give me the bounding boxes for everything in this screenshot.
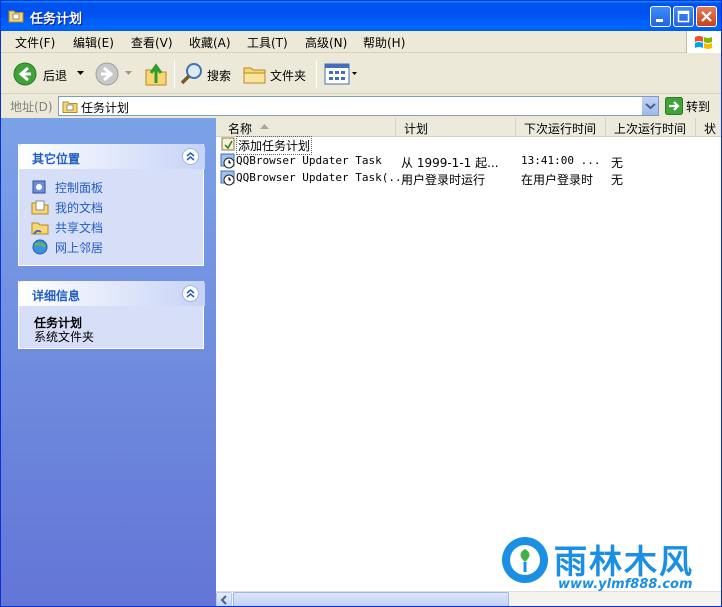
menu-advanced[interactable]: 高级(N) — [305, 34, 347, 51]
details-header[interactable]: 详细信息 — [19, 281, 205, 306]
address-input[interactable]: 任务计划 — [58, 96, 659, 116]
folders-icon — [243, 67, 266, 84]
double-chevron-up-icon — [186, 152, 195, 161]
title-bar[interactable]: 任务计划 — [1, 1, 721, 31]
list-item-task[interactable]: QQBrowser Updater Task 从 1999-1-1 起... 1… — [216, 153, 721, 170]
double-chevron-up-icon — [186, 289, 195, 298]
scroll-thumb[interactable] — [233, 592, 509, 606]
folders-button[interactable]: 文件夹 — [241, 54, 311, 94]
close-button[interactable] — [696, 6, 717, 27]
search-label: 搜索 — [207, 69, 232, 83]
views-icon — [324, 63, 357, 85]
menu-file[interactable]: 文件(F) — [15, 34, 55, 51]
scheduled-tasks-folder-icon — [62, 101, 78, 113]
menu-help[interactable]: 帮助(H) — [363, 34, 405, 51]
details-title: 详细信息 — [32, 289, 81, 303]
up-folder-icon — [145, 63, 167, 86]
watermark-brand: 雨林木风 — [554, 542, 694, 581]
link-label: 我的文档 — [55, 201, 104, 215]
windows-logo-icon — [686, 31, 721, 53]
sort-ascending-icon — [260, 124, 269, 129]
other-places-header[interactable]: 其它位置 — [19, 144, 205, 169]
folders-label: 文件夹 — [270, 69, 307, 83]
shared-documents-icon — [31, 222, 49, 235]
scheduled-task-icon — [220, 170, 235, 186]
window-title: 任务计划 — [30, 12, 83, 27]
scheduled-tasks-folder-icon — [8, 10, 24, 23]
list-item-name: QQBrowser Updater Task(... — [236, 171, 409, 184]
go-button[interactable]: 转到 — [663, 96, 719, 116]
other-places-panel: 其它位置 控制面板 我的文档 共享文档 网上邻居 — [18, 144, 205, 266]
watermark-url: www.ylmf888.com — [558, 577, 693, 592]
up-folder-button[interactable] — [141, 54, 171, 94]
maximize-button[interactable] — [673, 6, 694, 27]
search-icon — [180, 63, 202, 85]
collapse-button[interactable] — [182, 285, 199, 302]
back-button[interactable]: 后退 — [9, 54, 89, 94]
forward-button[interactable] — [93, 54, 133, 94]
menu-tools[interactable]: 工具(T) — [247, 34, 288, 51]
column-header-name[interactable]: 名称 — [216, 118, 396, 137]
minimize-button[interactable] — [650, 6, 671, 27]
dropdown-arrow-icon[interactable] — [77, 71, 84, 76]
control-panel-icon — [32, 180, 46, 194]
chevron-left-icon — [220, 595, 227, 605]
list-item-last-run: 无 — [611, 173, 624, 187]
minimize-icon — [656, 19, 663, 22]
details-panel: 详细信息 任务计划 系统文件夹 — [18, 281, 205, 349]
scroll-left-button[interactable] — [216, 592, 232, 606]
menu-bar: 文件(F) 编辑(E) 查看(V) 收藏(A) 工具(T) 高级(N) 帮助(H… — [1, 31, 721, 53]
search-button[interactable]: 搜索 — [177, 54, 237, 94]
menu-view[interactable]: 查看(V) — [131, 34, 173, 51]
list-item-schedule: 用户登录时运行 — [401, 173, 486, 187]
network-places-icon — [32, 239, 48, 255]
toolbar-separator — [174, 60, 175, 88]
back-arrow-icon — [13, 62, 37, 86]
menu-edit[interactable]: 编辑(E) — [73, 34, 114, 51]
explorer-window: 任务计划 文件(F) 编辑(E) 查看(V) 收藏(A) 工具(T) 高级(N)… — [0, 0, 722, 607]
list-item-schedule: 从 1999-1-1 起... — [401, 156, 499, 170]
list-item-last-run: 无 — [611, 156, 624, 170]
dropdown-arrow-icon[interactable] — [125, 71, 132, 76]
other-places-title: 其它位置 — [32, 152, 81, 166]
go-arrow-icon — [665, 97, 683, 115]
toolbar: 后退 搜索 文件夹 — [1, 54, 721, 94]
list-item-task[interactable]: QQBrowser Updater Task(... 用户登录时运行 在用户登录… — [216, 170, 721, 187]
column-header-schedule[interactable]: 计划 — [396, 118, 516, 137]
add-task-icon — [221, 137, 235, 151]
details-item-type: 系统文件夹 — [34, 330, 95, 344]
list-item-name: QQBrowser Updater Task — [236, 154, 382, 167]
address-value: 任务计划 — [81, 101, 130, 115]
file-list[interactable]: 名称 计划 下次运行时间 上次运行时间 状 添加任务计划 QQBrowser U… — [216, 118, 721, 591]
list-item-add-task[interactable]: 添加任务计划 — [216, 136, 721, 155]
views-button[interactable] — [321, 54, 359, 94]
link-label: 控制面板 — [55, 181, 104, 195]
link-label: 共享文档 — [55, 221, 104, 235]
toolbar-separator — [316, 60, 317, 88]
maximize-icon — [677, 10, 690, 23]
task-pane: 其它位置 控制面板 我的文档 共享文档 网上邻居 详细信息 任务计划 系统文件夹 — [1, 118, 216, 606]
menu-favorites[interactable]: 收藏(A) — [189, 34, 231, 51]
column-header-next-run[interactable]: 下次运行时间 — [516, 118, 606, 137]
address-bar: 地址(D) 任务计划 转到 — [1, 95, 721, 117]
column-header-row: 名称 计划 下次运行时间 上次运行时间 状 — [216, 118, 721, 137]
scheduled-task-icon — [220, 153, 235, 169]
column-header-last-run[interactable]: 上次运行时间 — [606, 118, 696, 137]
go-label: 转到 — [686, 100, 711, 114]
address-label: 地址(D) — [10, 100, 53, 114]
brand-logo-icon — [502, 537, 548, 583]
close-icon — [701, 11, 712, 22]
address-dropdown-button[interactable] — [641, 97, 658, 115]
list-item-next-run: 13:41:00 ... — [521, 154, 601, 167]
column-header-status[interactable]: 状 — [696, 118, 721, 137]
collapse-button[interactable] — [182, 148, 199, 165]
watermark-logo: 雨林木风 www.ylmf888.com — [500, 533, 721, 599]
chevron-down-icon — [645, 103, 656, 110]
link-label: 网上邻居 — [55, 241, 104, 255]
list-item-next-run: 在用户登录时 — [521, 173, 594, 187]
my-documents-icon — [31, 200, 49, 215]
forward-arrow-icon — [95, 62, 119, 86]
back-label: 后退 — [43, 69, 68, 83]
